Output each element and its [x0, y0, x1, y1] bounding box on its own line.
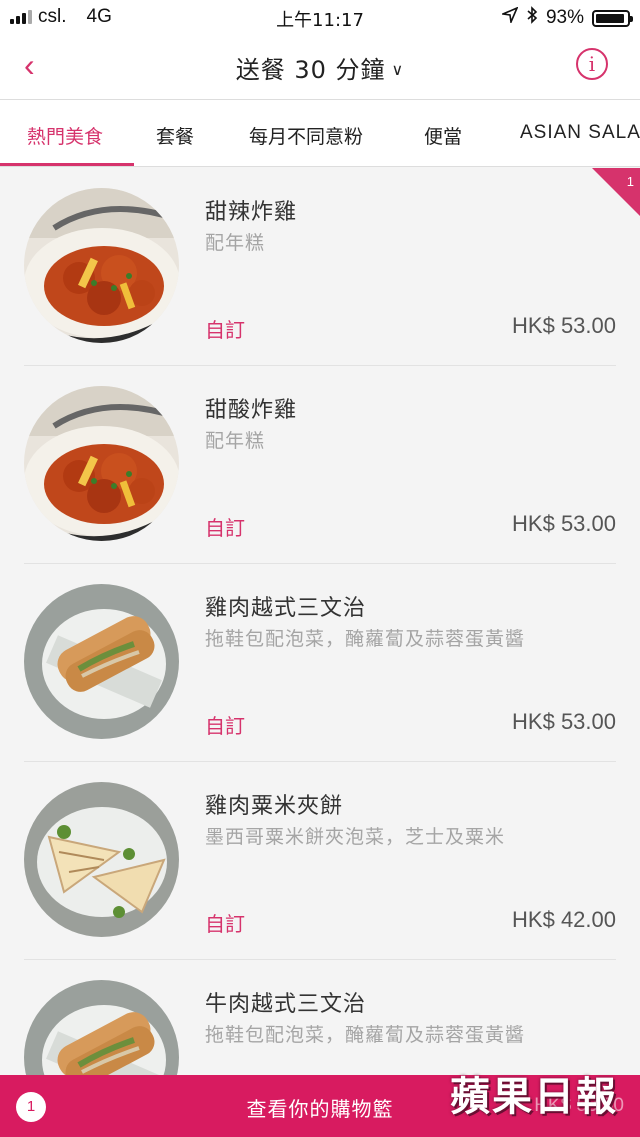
tab-bento[interactable]: 便當: [424, 122, 462, 149]
tab-monthly-pasta[interactable]: 每月不同意粉: [249, 122, 363, 149]
delivery-time-selector[interactable]: 送餐 30 分鐘 ∨: [0, 50, 640, 85]
status-bar: csl. 4G 上午11:17 93%: [0, 0, 640, 34]
food-image: [24, 584, 179, 739]
customize-button[interactable]: 自訂: [205, 908, 245, 937]
customize-button[interactable]: 自訂: [205, 314, 245, 343]
tab-popular[interactable]: 熱門美食: [27, 122, 103, 149]
corner-badge-count: 1: [626, 174, 634, 189]
battery-percent: 93%: [545, 7, 584, 28]
category-tabs: 熱門美食 套餐 每月不同意粉 便當 ASIAN SALA: [0, 100, 640, 167]
bluetooth-icon: [526, 6, 538, 30]
menu-item[interactable]: 雞肉越式三文治 拖鞋包配泡菜，醃蘿蔔及蒜蓉蛋黃醬 自訂 HK$ 53.00: [24, 564, 616, 762]
item-name: 甜辣炸雞: [205, 200, 298, 225]
customize-button[interactable]: 自訂: [205, 512, 245, 541]
customize-button[interactable]: 自訂: [205, 710, 245, 739]
item-price: HK$ 53.00: [512, 313, 616, 338]
item-description: 配年糕: [205, 430, 266, 452]
battery-icon: [592, 9, 633, 27]
item-name: 雞肉越式三文治: [205, 596, 367, 621]
item-price: HK$ 53.00: [512, 511, 616, 536]
menu-item[interactable]: 甜辣炸雞 配年糕 自訂 HK$ 53.00: [24, 168, 616, 366]
food-image: [24, 386, 179, 541]
page-title: 送餐 30 分鐘: [235, 56, 386, 84]
menu-item[interactable]: 雞肉粟米夾餅 墨西哥粟米餅夾泡菜，芝士及粟米 自訂 HK$ 42.00: [24, 762, 616, 960]
chevron-down-icon: ∨: [391, 60, 405, 79]
food-image: [24, 188, 179, 343]
active-tab-indicator: [0, 163, 134, 166]
watermark-logo: 蘋果日報: [450, 1073, 618, 1120]
tab-set-meals[interactable]: 套餐: [156, 122, 194, 149]
tab-asian-salad[interactable]: ASIAN SALA: [520, 122, 640, 144]
item-price: HK$ 42.00: [512, 907, 616, 932]
item-price: HK$ 53.00: [512, 709, 616, 734]
food-image: [24, 782, 179, 937]
item-description: 配年糕: [205, 232, 266, 254]
item-description: 拖鞋包配泡菜，醃蘿蔔及蒜蓉蛋黃醬: [205, 1024, 526, 1046]
item-name: 牛肉越式三文治: [205, 992, 367, 1017]
item-name: 甜酸炸雞: [205, 398, 298, 423]
item-description: 墨西哥粟米餅夾泡菜，芝士及粟米: [205, 826, 506, 848]
menu-item[interactable]: 甜酸炸雞 配年糕 自訂 HK$ 53.00: [24, 366, 616, 564]
nav-bar: ‹ 送餐 30 分鐘 ∨ i: [0, 34, 640, 100]
item-name: 雞肉粟米夾餅: [205, 794, 344, 819]
info-icon[interactable]: i: [576, 48, 608, 80]
location-icon: [500, 6, 519, 29]
item-description: 拖鞋包配泡菜，醃蘿蔔及蒜蓉蛋黃醬: [205, 628, 526, 650]
